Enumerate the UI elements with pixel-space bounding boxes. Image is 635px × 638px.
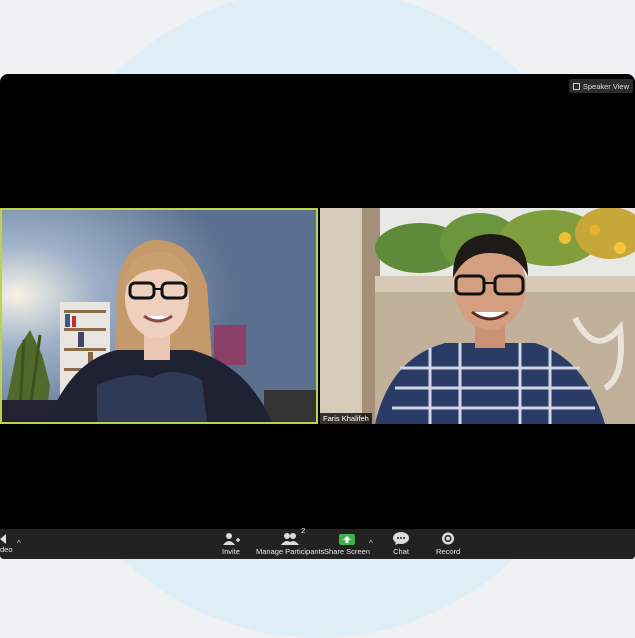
invite-label: Invite	[222, 547, 240, 556]
speaker-view-button[interactable]: Speaker View	[568, 79, 633, 93]
share-screen-button[interactable]: Share Screen	[324, 532, 370, 556]
meeting-toolbar: deo ^ Invite 2 Manage Participants Share…	[0, 528, 635, 559]
chat-label: Chat	[393, 547, 409, 556]
invite-button[interactable]: Invite	[222, 532, 240, 556]
participant-video-2	[320, 208, 635, 424]
share-screen-label: Share Screen	[324, 547, 370, 556]
speaker-view-label: Speaker View	[582, 81, 629, 91]
record-icon	[441, 532, 455, 545]
participant-name-2: Faris Khalifeh	[320, 413, 372, 424]
record-label: Record	[436, 547, 461, 556]
manage-participants-label: Manage Participants	[256, 547, 325, 556]
participant-count-badge: 2	[301, 528, 306, 535]
participant-video-1	[2, 210, 316, 422]
video-options-caret-icon[interactable]: ^	[17, 539, 21, 548]
video-label: deo	[0, 545, 13, 554]
zoom-meeting-window: Speaker View Faris Khalifeh deo ^ Invite…	[0, 74, 635, 559]
stop-video-button[interactable]: deo	[0, 532, 13, 554]
chat-button[interactable]: Chat	[393, 532, 409, 556]
video-camera-icon	[0, 532, 6, 545]
manage-participants-button[interactable]: 2 Manage Participants	[256, 528, 325, 556]
record-button[interactable]: Record	[436, 532, 460, 556]
participant-tile-1[interactable]	[0, 208, 318, 424]
share-screen-icon	[338, 532, 355, 545]
invite-person-icon	[222, 532, 240, 545]
participant-tile-2[interactable]: Faris Khalifeh	[320, 208, 635, 424]
speaker-view-icon	[572, 82, 580, 90]
chat-bubble-icon	[393, 532, 409, 545]
participants-icon: 2	[281, 528, 305, 545]
share-options-caret-icon[interactable]: ^	[369, 539, 373, 548]
